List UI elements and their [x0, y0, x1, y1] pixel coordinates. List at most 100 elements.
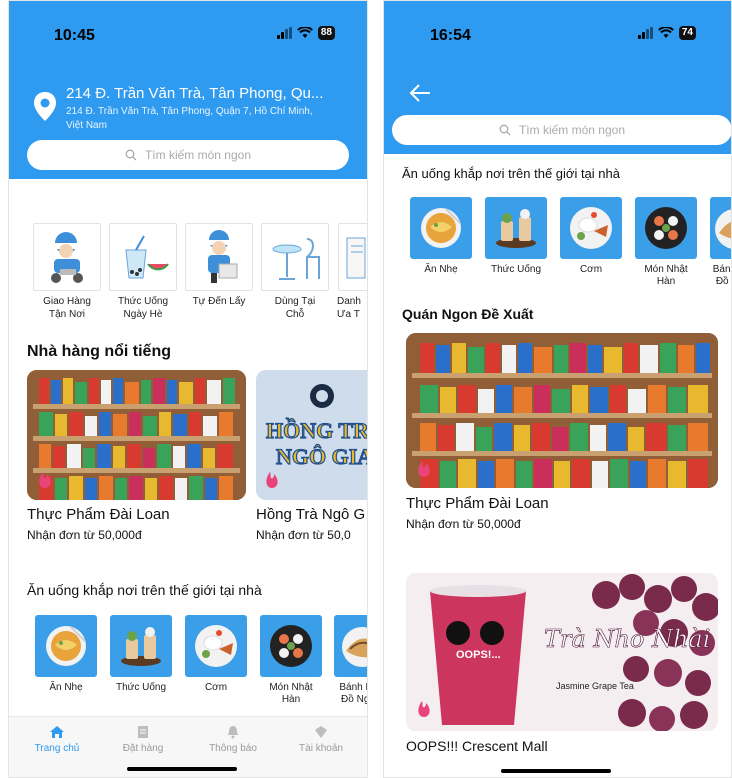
world-food-title: Ăn uống khắp nơi trên thế giới tại nhà: [402, 166, 620, 181]
category-label: Thức Uống Ngày Hè: [117, 296, 169, 320]
banner-subtitle: Jasmine Grape Tea: [556, 681, 634, 691]
search-input[interactable]: Tìm kiếm món ngon: [27, 140, 349, 170]
banner-script-text: Trà Nho Nhài: [544, 625, 710, 653]
food-category-snack[interactable]: Ăn Nhẹ: [408, 197, 474, 288]
wifi-icon: [657, 27, 674, 38]
food-category-label: Bánh M Đồ Ng: [712, 264, 731, 287]
tab-label: Tài khoản: [299, 743, 343, 754]
category-label: Danh Ưa T: [337, 296, 361, 320]
food-category-rice[interactable]: Cơm: [558, 197, 624, 288]
address-title[interactable]: 214 Đ. Trần Văn Trà, Tân Phong, Qu...: [66, 85, 356, 102]
bread-icon: [334, 615, 367, 677]
rice-icon: [560, 197, 622, 259]
brand-text: OOPS!...: [456, 649, 501, 661]
category-label: Tự Đến Lấy: [192, 296, 246, 307]
category-summer-drinks[interactable]: Thức Uống Ngày Hè: [109, 223, 177, 321]
famous-title: Nhà hàng nổi tiếng: [27, 343, 171, 360]
order-icon: [138, 726, 148, 738]
recommended-title: Quán Ngon Đề Xuất: [402, 306, 534, 322]
tab-label: Đặt hàng: [122, 743, 164, 754]
food-category-rice[interactable]: Cơm: [183, 615, 249, 706]
home-screen: 10:45 88 214 Đ. Trần Văn Trà, Tân Phong,…: [8, 0, 368, 778]
signal-icon: [276, 27, 292, 39]
store-min-order: Nhận đơn từ 50,000đ: [406, 517, 521, 531]
food-category-bread-dessert[interactable]: Bánh Mì Đồ Ngọ: [333, 615, 367, 706]
food-category-japanese-korean[interactable]: Món Nhật Hàn: [258, 615, 324, 706]
table-chairs-icon: [261, 223, 329, 291]
food-category-snack[interactable]: Ăn Nhẹ: [33, 615, 99, 706]
status-time: 16:54: [430, 27, 471, 44]
search-icon: [499, 124, 511, 136]
food-category-label: Bánh Mì Đồ Ngọ: [339, 682, 367, 705]
address-detail: 214 Đ. Trần Văn Trà, Tân Phong, Quận 7, …: [66, 106, 313, 131]
tab-orders[interactable]: Đặt hàng: [103, 725, 183, 754]
food-category-label: Món Nhật Hàn: [644, 264, 688, 287]
category-delivery[interactable]: Giao Hàng Tận Nơi: [33, 223, 101, 321]
food-category-label: Cơm: [204, 682, 228, 693]
sushi-icon: [635, 197, 697, 259]
bottom-tab-bar: Trang chủ Đặt hàng Thông báo Tài khoản: [9, 716, 367, 777]
bread-icon: [710, 197, 731, 259]
category-label: Giao Hàng Tận Nơi: [43, 296, 91, 320]
wifi-icon: [296, 27, 313, 38]
status-bar: 10:45 88: [9, 23, 367, 49]
category-label: Dùng Tại Chỗ: [274, 296, 316, 320]
back-arrow-icon[interactable]: [408, 83, 432, 103]
battery-icon: 88: [317, 26, 335, 40]
world-food-title: Ăn uống khắp nơi trên thế giới tại nhà: [27, 582, 262, 598]
category-dine-in[interactable]: Dùng Tại Chỗ: [261, 223, 329, 321]
store-name[interactable]: Thực Phẩm Đài Loan: [27, 506, 170, 523]
drinks-icon: [110, 615, 172, 677]
store-name[interactable]: Hồng Trà Ngô G: [256, 506, 367, 523]
tab-notifications[interactable]: Thông báo: [193, 725, 273, 754]
location-pin-icon: [34, 92, 56, 121]
food-category-label: Ăn Nhẹ: [49, 682, 83, 693]
food-category-label: Thức Uống: [115, 682, 167, 693]
status-bar: 16:54 74: [384, 23, 731, 49]
category-screen: 16:54 74 Tìm kiếm món ngon Ăn uống khắp …: [383, 0, 732, 778]
tab-home[interactable]: Trang chủ: [17, 725, 97, 754]
store-name[interactable]: Thực Phẩm Đài Loan: [406, 495, 549, 512]
pickup-courier-icon: [185, 223, 253, 291]
status-time: 10:45: [54, 27, 95, 44]
food-category-row: Ăn Nhẹ Thức Uống Cơm Món Nhật Hàn Bánh M…: [408, 197, 731, 288]
snack-icon: [410, 197, 472, 259]
food-category-drinks[interactable]: Thức Uống: [108, 615, 174, 706]
store-image[interactable]: [27, 370, 246, 500]
store-image[interactable]: [406, 333, 718, 488]
drinks-icon: [485, 197, 547, 259]
category-row: Giao Hàng Tận Nơi Thức Uống Ngày Hè Tự Đ…: [33, 223, 367, 321]
battery-icon: 74: [678, 26, 696, 40]
store-min-order: Nhận đơn từ 50,000đ: [27, 528, 142, 542]
food-category-drinks[interactable]: Thức Uống: [483, 197, 549, 288]
tab-label: Thông báo: [209, 743, 257, 754]
store-min-order: Nhận đơn từ 50,0: [256, 528, 351, 542]
snack-icon: [35, 615, 97, 677]
signal-icon: [637, 27, 653, 39]
search-placeholder: Tìm kiếm món ngon: [518, 123, 626, 137]
summer-drink-icon: [109, 223, 177, 291]
account-icon: [315, 726, 327, 738]
search-placeholder: Tìm kiếm món ngon: [144, 148, 252, 162]
banner-text: NGÔ GIA: [276, 444, 368, 469]
rice-icon: [185, 615, 247, 677]
food-category-row: Ăn Nhẹ Thức Uống Cơm Món Nhật Hàn Bánh M…: [33, 615, 367, 706]
home-icon: [50, 726, 64, 738]
food-category-label: Ăn Nhẹ: [424, 264, 458, 275]
category-pickup[interactable]: Tự Đến Lấy: [185, 223, 253, 321]
food-category-japanese-korean[interactable]: Món Nhật Hàn: [633, 197, 699, 288]
list-icon: [338, 223, 367, 291]
sushi-icon: [260, 615, 322, 677]
delivery-rider-icon: [33, 223, 101, 291]
store-image[interactable]: HỒNG TRÀ NGÔ GIA: [256, 370, 368, 500]
food-category-bread-dessert[interactable]: Bánh M Đồ Ng: [708, 197, 731, 288]
store-image[interactable]: OOPS!... Trà Nho Nhài Jasmine Grape Tea: [406, 573, 718, 731]
food-category-label: Thức Uống: [490, 264, 542, 275]
food-category-label: Món Nhật Hàn: [269, 682, 313, 705]
tab-label: Trang chủ: [34, 743, 80, 754]
store-name[interactable]: OOPS!!! Crescent Mall: [406, 738, 548, 754]
category-favorites[interactable]: Danh Ưa T: [337, 223, 367, 321]
search-input[interactable]: Tìm kiếm món ngon: [392, 115, 731, 145]
banner-text: HỒNG TRÀ: [266, 418, 368, 443]
tab-account[interactable]: Tài khoản: [281, 725, 361, 754]
